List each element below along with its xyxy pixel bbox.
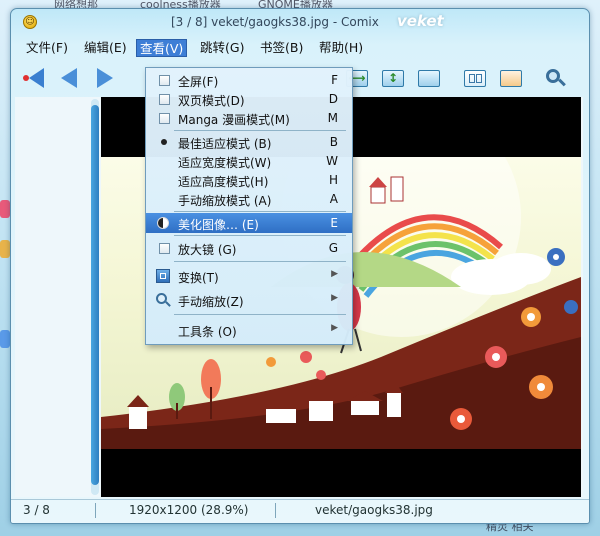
menu-item-double-page[interactable]: 双页模式(D) D <box>146 89 352 109</box>
previous-page-button[interactable] <box>57 67 81 89</box>
menu-file[interactable]: 文件(F) <box>23 39 71 57</box>
menu-item-manual-zoom-mode[interactable]: 手动缩放模式 (A) A <box>146 189 352 209</box>
menu-separator <box>174 235 346 236</box>
fit-height-button[interactable]: ↕ <box>381 67 405 89</box>
arrow-left-icon <box>61 68 77 88</box>
vertical-scrollbar[interactable] <box>91 99 99 495</box>
enhance-icon <box>155 215 171 231</box>
desktop-icon[interactable] <box>0 240 10 258</box>
status-bar: 3 / 8 1920x1200 (28.9%) veket/gaogks38.j… <box>11 499 589 521</box>
double-page-button[interactable] <box>463 67 487 89</box>
menu-bar: 文件(F) 编辑(E) 查看(V) 跳转(G) 书签(B) 帮助(H) <box>11 37 589 59</box>
desktop-icon[interactable] <box>0 330 10 348</box>
submenu-arrow-icon: ▶ <box>331 323 338 333</box>
first-page-button[interactable] <box>21 67 45 89</box>
title-brand: veket <box>397 12 444 30</box>
title-bar[interactable]: ☺ [3 / 8] veket/gaogks38.jpg - Comix vek… <box>11 9 589 35</box>
menu-separator <box>174 314 346 315</box>
checkbox <box>159 113 170 124</box>
radio-selected <box>161 139 167 145</box>
menu-view[interactable]: 查看(V) <box>136 39 188 57</box>
manga-mode-button[interactable] <box>499 67 523 89</box>
comix-window: ☺ [3 / 8] veket/gaogks38.jpg - Comix vek… <box>10 8 590 524</box>
zoom-icon <box>155 292 171 308</box>
menu-item-manual-zoom[interactable]: 手动缩放(Z) ▶ <box>146 290 352 310</box>
menu-separator <box>174 130 346 131</box>
status-resolution: 1920x1200 (28.9%) <box>129 503 249 517</box>
menu-item-fit-height[interactable]: 适应高度模式(H) H <box>146 170 352 190</box>
menu-help[interactable]: 帮助(H) <box>316 39 366 57</box>
menu-item-fullscreen[interactable]: 全屏(F) F <box>146 70 352 90</box>
menu-item-manga-mode[interactable]: Manga 漫画模式(M) M <box>146 108 352 128</box>
checkbox <box>159 243 170 254</box>
status-page: 3 / 8 <box>23 503 50 517</box>
submenu-arrow-icon: ▶ <box>331 269 338 279</box>
first-page-icon <box>23 68 45 88</box>
status-separator <box>275 503 276 518</box>
menu-item-fit-width[interactable]: 适应宽度模式(W) W <box>146 151 352 171</box>
menu-bookmarks[interactable]: 书签(B) <box>257 39 306 57</box>
desktop-icon[interactable] <box>0 200 10 218</box>
menu-separator <box>174 261 346 262</box>
manga-mode-icon <box>500 70 522 87</box>
menu-item-magnifier[interactable]: 放大镜 (G) G <box>146 238 352 258</box>
submenu-arrow-icon: ▶ <box>331 293 338 303</box>
window-title: [3 / 8] veket/gaogks38.jpg - Comix <box>171 15 379 29</box>
double-page-icon <box>464 70 486 87</box>
checkbox <box>159 94 170 105</box>
menu-item-enhance-image[interactable]: 美化图像… (E) E <box>146 213 352 233</box>
menu-item-transform[interactable]: 变换(T) ▶ <box>146 266 352 286</box>
manual-zoom-icon <box>418 70 440 87</box>
view-menu-dropdown: 全屏(F) F 双页模式(D) D Manga 漫画模式(M) M 最佳适应模式… <box>145 67 353 345</box>
manual-zoom-button[interactable] <box>417 67 441 89</box>
menu-item-best-fit[interactable]: 最佳适应模式 (B) B <box>146 132 352 152</box>
next-page-button[interactable] <box>93 67 117 89</box>
transform-icon <box>155 268 171 284</box>
menu-go[interactable]: 跳转(G) <box>197 39 247 57</box>
magnifier-button[interactable] <box>543 67 567 89</box>
status-separator <box>95 503 96 518</box>
comix-app-icon: ☺ <box>23 15 37 29</box>
menu-edit[interactable]: 编辑(E) <box>81 39 130 57</box>
checkbox <box>159 75 170 86</box>
menu-item-toolbars[interactable]: 工具条 (O) ▶ <box>146 320 352 340</box>
menu-separator <box>174 211 346 212</box>
arrow-right-icon <box>97 68 113 88</box>
fit-height-icon: ↕ <box>382 70 404 87</box>
status-filename: veket/gaogks38.jpg <box>315 503 433 517</box>
scrollbar-thumb[interactable] <box>91 105 99 485</box>
